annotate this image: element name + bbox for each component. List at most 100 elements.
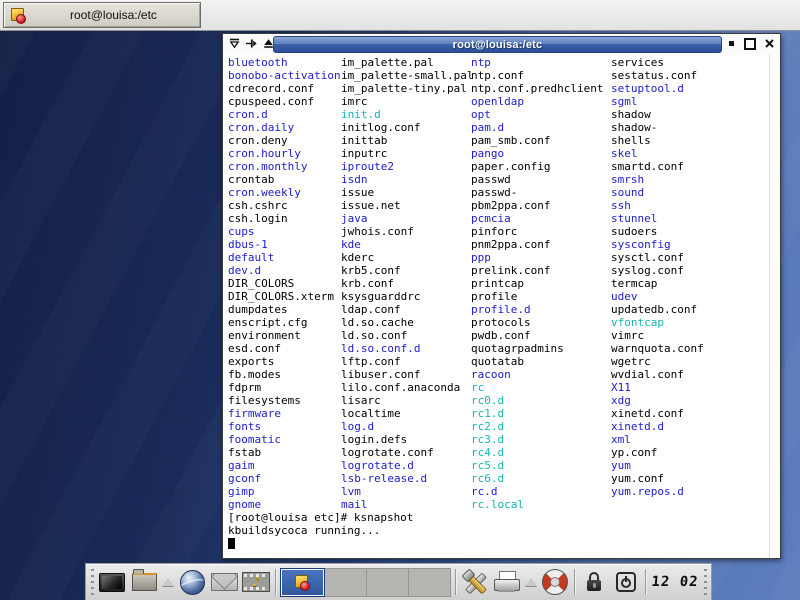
titlebar-right-buttons <box>724 36 776 51</box>
file-entry: printcap <box>471 277 603 290</box>
file-entry: csh.login <box>228 212 341 225</box>
multimedia-icon[interactable]: ♪ <box>241 566 271 598</box>
directory-entry: lsb-release.d <box>341 472 473 485</box>
directory-entry: kde <box>341 238 473 251</box>
directory-entry: ppp <box>471 251 603 264</box>
file-entry: csh.cshrc <box>228 199 341 212</box>
expand-arrow-icon[interactable] <box>161 566 175 598</box>
file-entry: fstab <box>228 446 341 459</box>
file-entry: im_palette-tiny.pal <box>341 82 473 95</box>
directory-entry: profile.d <box>471 303 603 316</box>
directory-entry: racoon <box>471 368 603 381</box>
file-entry: syslog.conf <box>611 264 704 277</box>
file-entry: xinetd.conf <box>611 407 704 420</box>
directory-entry: dbus-1 <box>228 238 341 251</box>
terminal-screen[interactable]: bluetoothbonobo-activationcdrecord.confc… <box>223 54 780 558</box>
top-taskbar: root@louisa:/etc <box>0 0 800 31</box>
web-browser-icon[interactable] <box>177 566 207 598</box>
file-entry: services <box>611 56 704 69</box>
expand-arrow-icon[interactable] <box>524 566 538 598</box>
file-entry: protocols <box>471 316 603 329</box>
taskbar-empty-slot <box>367 568 409 597</box>
file-entry: localtime <box>341 407 473 420</box>
file-entry: logrotate.conf <box>341 446 473 459</box>
help-lifering-icon[interactable] <box>540 566 570 598</box>
directory-entry: openldap <box>471 95 603 108</box>
symlink-entry: init.d <box>341 108 473 121</box>
file-entry: login.defs <box>341 433 473 446</box>
symlink-entry: rc.local <box>471 498 603 511</box>
file-list-column-4: servicessestatus.confsetuptool.dsgmlshad… <box>611 56 704 498</box>
logout-power-icon[interactable] <box>611 566 641 598</box>
file-entry: pbm2ppa.conf <box>471 199 603 212</box>
home-folder-icon[interactable] <box>129 566 159 598</box>
symlink-entry: rc <box>471 381 603 394</box>
directory-entry: gimp <box>228 485 341 498</box>
file-entry: termcap <box>611 277 704 290</box>
directory-entry: cron.hourly <box>228 147 341 160</box>
directory-entry: bonobo-activation <box>228 69 341 82</box>
file-entry: passwd <box>471 173 603 186</box>
file-entry: kderc <box>341 251 473 264</box>
titlebar-left-buttons <box>227 36 275 51</box>
minimize-icon[interactable] <box>724 36 738 51</box>
directory-entry: xinetd.d <box>611 420 704 433</box>
file-entry: sudoers <box>611 225 704 238</box>
directory-entry: isdn <box>341 173 473 186</box>
symlink-entry: rc2.d <box>471 420 603 433</box>
taskbar-window-button[interactable]: root@louisa:/etc <box>3 2 201 28</box>
printer-icon[interactable] <box>492 566 522 598</box>
close-icon[interactable] <box>762 36 776 51</box>
symlink-entry: vfontcap <box>611 316 704 329</box>
file-entry: shells <box>611 134 704 147</box>
file-entry: wgetrc <box>611 355 704 368</box>
show-desktop-icon[interactable] <box>97 566 127 598</box>
file-entry: pinforc <box>471 225 603 238</box>
file-entry: pam_smb.conf <box>471 134 603 147</box>
directory-entry: cups <box>228 225 341 238</box>
settings-tools-icon[interactable] <box>460 566 490 598</box>
directory-entry: logrotate.d <box>341 459 473 472</box>
taskbar-active-window-button[interactable] <box>280 568 325 597</box>
directory-entry: cron.monthly <box>228 160 341 173</box>
directory-entry: log.d <box>341 420 473 433</box>
directory-entry: iproute2 <box>341 160 473 173</box>
directory-entry: java <box>341 212 473 225</box>
window-titlebar[interactable]: root@louisa:/etc <box>223 34 780 54</box>
file-entry: sysctl.conf <box>611 251 704 264</box>
directory-entry: rc.d <box>471 485 603 498</box>
directory-entry: sgml <box>611 95 704 108</box>
directory-entry: gaim <box>228 459 341 472</box>
directory-entry: xml <box>611 433 704 446</box>
file-entry: inputrc <box>341 147 473 160</box>
file-entry: fdprm <box>228 381 341 394</box>
file-list-column-2: im_palette.palim_palette-small.palim_pal… <box>341 56 473 511</box>
titlebar-drag-area[interactable]: root@louisa:/etc <box>273 36 722 53</box>
shade-icon[interactable] <box>227 36 241 51</box>
file-entry: yp.conf <box>611 446 704 459</box>
email-icon[interactable] <box>209 566 239 598</box>
file-entry: cdrecord.conf <box>228 82 341 95</box>
panel-handle-right[interactable] <box>702 568 708 596</box>
directory-entry: pcmcia <box>471 212 603 225</box>
file-entry: quotatab <box>471 355 603 368</box>
file-entry: krb.conf <box>341 277 473 290</box>
symlink-entry: rc3.d <box>471 433 603 446</box>
maximize-icon[interactable] <box>743 36 757 51</box>
file-entry: smartd.conf <box>611 160 704 173</box>
file-entry: esd.conf <box>228 342 341 355</box>
lock-screen-icon[interactable] <box>579 566 609 598</box>
sticky-pin-icon[interactable] <box>244 36 258 51</box>
panel-clock[interactable]: 12 02 <box>649 574 700 590</box>
terminal-window: root@louisa:/etc bluetoothbonobo-activat… <box>222 33 781 559</box>
panel-handle-left[interactable] <box>89 568 95 596</box>
panel-separator <box>275 569 276 595</box>
terminal-scrollbar[interactable] <box>769 54 780 558</box>
file-entry: inittab <box>341 134 473 147</box>
file-entry: profile <box>471 290 603 303</box>
prompt-line: [root@louisa etc]# ksnapshot <box>228 511 413 524</box>
file-entry: exports <box>228 355 341 368</box>
directory-entry: opt <box>471 108 603 121</box>
file-entry: warnquota.conf <box>611 342 704 355</box>
directory-entry: cron.weekly <box>228 186 341 199</box>
